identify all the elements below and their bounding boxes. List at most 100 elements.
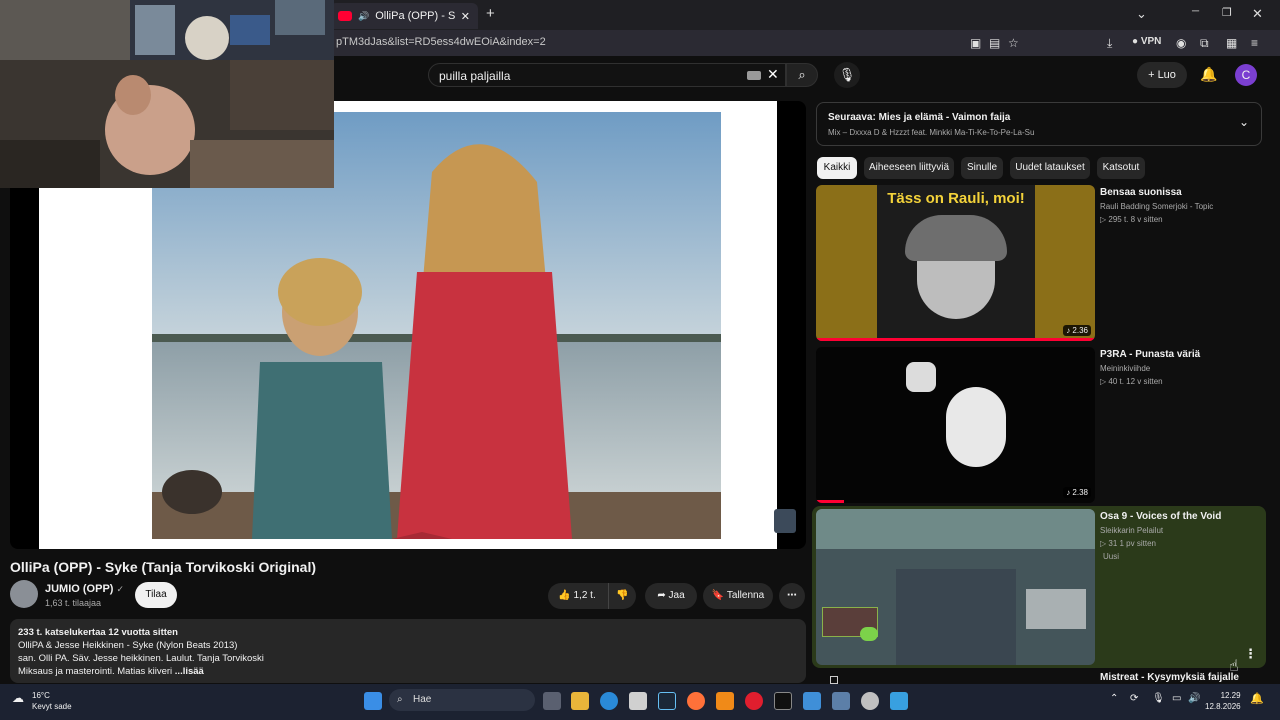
- sidebar-channel[interactable]: Rauli Badding Somerjoki - Topic: [1100, 202, 1213, 211]
- terminal-icon[interactable]: [774, 692, 792, 710]
- show-more-link[interactable]: ...lisää: [175, 666, 204, 677]
- search-query: puilla paljailla: [439, 69, 511, 83]
- extensions-icon[interactable]: ⧉: [1200, 36, 1209, 51]
- file-explorer-icon[interactable]: [571, 692, 589, 710]
- channel-avatar[interactable]: [10, 580, 38, 608]
- vpn-label: VPN: [1140, 36, 1162, 47]
- voice-search-button[interactable]: 🎙: [834, 62, 860, 88]
- like-button[interactable]: 👍 1,2 t.: [548, 583, 606, 609]
- sidebar-video-title[interactable]: Mistreat - Kysymyksiä faijalle: [1100, 672, 1239, 683]
- new-tab-button[interactable]: +: [486, 5, 495, 22]
- network-icon[interactable]: ▭: [1172, 693, 1181, 704]
- description-line: san. Olli PA. Säv. Jesse heikkinen. Laul…: [18, 653, 264, 664]
- search-button[interactable]: ⌕: [786, 63, 818, 87]
- url-text[interactable]: pTM3dJas&list=RD5ess4dwEOiA&index=2: [336, 36, 546, 48]
- playlist-panel[interactable]: Seuraava: Mies ja elämä - Vaimon faija M…: [816, 102, 1262, 146]
- reader-icon[interactable]: ▤: [989, 36, 1000, 50]
- sidebar-channel[interactable]: Meininkiviihde: [1100, 364, 1150, 373]
- clock-time: 12.29: [1220, 691, 1241, 700]
- miniplayer-icon[interactable]: [774, 509, 796, 533]
- tab-close-icon[interactable]: ✕: [461, 10, 470, 23]
- video-thumbnail[interactable]: [816, 509, 1095, 665]
- channel-name-text: JUMIO (OPP): [45, 583, 114, 595]
- sidebar-meta: ▷ 31 1 pv sitten: [1100, 539, 1156, 548]
- sidebar-video-title[interactable]: Bensaa suonissa: [1100, 187, 1182, 198]
- share-button[interactable]: ➦ Jaa: [645, 583, 697, 609]
- addon-icon[interactable]: ▦: [1226, 36, 1237, 50]
- system-clock[interactable]: 12.29 12.8.2026: [1205, 690, 1241, 712]
- channel-name[interactable]: JUMIO (OPP) ✓: [45, 583, 124, 595]
- avatar[interactable]: C: [1235, 64, 1257, 86]
- thumbnail-text: Täss on Rauli, moi!: [887, 190, 1025, 207]
- taskbar-search[interactable]: ⌕ Hae: [389, 689, 535, 711]
- webcam-overlay: [0, 0, 334, 188]
- steam-icon[interactable]: [658, 692, 676, 710]
- tray-chevron-icon[interactable]: ⌃: [1110, 693, 1118, 704]
- app-icon[interactable]: [832, 692, 850, 710]
- tab-list-chevron-icon[interactable]: ⌄: [1136, 6, 1147, 22]
- store-icon[interactable]: [629, 692, 647, 710]
- verified-icon: ✓: [116, 584, 125, 594]
- clear-search-icon[interactable]: ✕: [767, 66, 779, 83]
- tab-active[interactable]: 🔊 OlliPa (OPP) - Syke (Tanja To ✕: [330, 3, 478, 29]
- account-icon[interactable]: ◉: [1176, 36, 1186, 50]
- chip-for-you[interactable]: Sinulle: [961, 157, 1003, 179]
- subscribe-button[interactable]: Tilaa: [135, 582, 177, 608]
- sidebar-channel[interactable]: Sleikkarin Pelailut: [1100, 526, 1163, 535]
- search-input[interactable]: puilla paljailla ✕: [428, 63, 786, 87]
- up-next-title: Seuraava: Mies ja elämä - Vaimon faija: [828, 112, 1011, 123]
- notifications-bell-icon[interactable]: 🔔: [1200, 66, 1217, 83]
- paint-icon[interactable]: [803, 692, 821, 710]
- restore-button[interactable]: ❐: [1222, 6, 1232, 19]
- chip-related[interactable]: Aiheeseen liittyviä: [864, 157, 954, 179]
- notification-icon[interactable]: 🔔: [1250, 692, 1264, 705]
- chrome-icon[interactable]: [861, 692, 879, 710]
- firefox-icon[interactable]: [687, 692, 705, 710]
- video-thumbnail[interactable]: Täss on Rauli, moi! ♪ 2.36: [816, 185, 1095, 341]
- task-view-icon[interactable]: [543, 692, 561, 710]
- new-badge: Uusi: [1100, 551, 1123, 562]
- chip-all[interactable]: Kaikki: [817, 157, 857, 179]
- save-button[interactable]: 🔖 Tallenna: [703, 583, 773, 609]
- thumbs-down-icon: 👎: [616, 590, 629, 601]
- weather-widget[interactable]: ☁ 16°C Kevyt sade: [12, 690, 72, 712]
- keyboard-icon[interactable]: [747, 71, 761, 80]
- microphone-tray-icon[interactable]: 🎙: [1152, 693, 1165, 704]
- dislike-button[interactable]: 👎: [608, 583, 636, 609]
- more-options-icon[interactable]: ⋮: [1244, 646, 1257, 662]
- bookmark-star-icon[interactable]: ☆: [1008, 36, 1019, 50]
- chip-new-uploads[interactable]: Uudet lataukset: [1010, 157, 1090, 179]
- notepad-icon[interactable]: [890, 692, 908, 710]
- video-thumbnail[interactable]: ♪ 2.38: [816, 347, 1095, 503]
- windows-start-icon[interactable]: [364, 692, 382, 710]
- video-title: OlliPa (OPP) - Syke (Tanja Torvikoski Or…: [10, 559, 317, 575]
- description-box[interactable]: 233 t. katselukertaa 12 vuotta sitten Ol…: [10, 619, 806, 683]
- create-button[interactable]: + Luo: [1137, 62, 1187, 88]
- vpn-button[interactable]: ● VPN: [1132, 36, 1161, 47]
- menu-icon[interactable]: ≡: [1251, 36, 1258, 50]
- thumbs-up-icon: 👍: [558, 590, 571, 601]
- duration-badge: ♪ 2.38: [1063, 487, 1091, 498]
- chevron-down-icon[interactable]: ⌄: [1239, 115, 1249, 129]
- download-icon[interactable]: ⤓: [1107, 36, 1112, 51]
- more-actions-button[interactable]: ⋯: [779, 583, 805, 609]
- playlist-add-icon[interactable]: [830, 676, 838, 684]
- share-icon: ➦: [657, 590, 666, 601]
- vlc-icon[interactable]: [716, 692, 734, 710]
- edge-icon[interactable]: [600, 692, 618, 710]
- sidebar-meta: ▷ 295 t. 8 v sitten: [1100, 215, 1163, 224]
- share-label: Jaa: [668, 590, 685, 601]
- speaker-icon[interactable]: 🔊: [358, 11, 369, 22]
- volume-icon[interactable]: 🔊: [1188, 693, 1200, 704]
- screenshot-icon[interactable]: ▣: [970, 36, 981, 50]
- sidebar-video-title[interactable]: Osa 9 - Voices of the Void: [1100, 511, 1221, 522]
- clock-date: 12.8.2026: [1205, 702, 1241, 711]
- minimize-button[interactable]: ─: [1192, 6, 1199, 17]
- chip-watched[interactable]: Katsotut: [1097, 157, 1145, 179]
- sidebar-video-title[interactable]: P3RA - Punasta väriä: [1100, 349, 1200, 360]
- youtube-favicon-icon: [338, 11, 352, 21]
- search-label: Hae: [413, 694, 432, 705]
- opera-icon[interactable]: [745, 692, 763, 710]
- close-window-button[interactable]: ✕: [1252, 6, 1263, 22]
- sync-icon[interactable]: ⟳: [1130, 693, 1138, 704]
